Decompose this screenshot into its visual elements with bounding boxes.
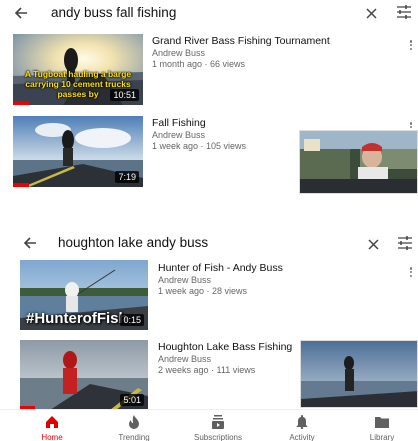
video-channel[interactable]: Andrew Buss bbox=[152, 48, 205, 59]
search-query[interactable]: houghton lake andy buss bbox=[58, 235, 208, 250]
nav-home[interactable]: Home bbox=[30, 410, 74, 441]
more-options-button[interactable] bbox=[408, 265, 414, 279]
more-options-button[interactable] bbox=[408, 38, 414, 52]
watch-progress-bar bbox=[13, 183, 29, 187]
video-preview-player[interactable] bbox=[299, 130, 418, 194]
video-preview-player[interactable] bbox=[300, 340, 418, 408]
video-stats: 1 month ago · 66 views bbox=[152, 59, 246, 69]
video-title[interactable]: Hunter of Fish - Andy Buss bbox=[158, 262, 283, 274]
thumbnail-overlay-text: #HunterofFish bbox=[26, 310, 128, 327]
video-thumbnail[interactable]: A Tugboat hauling a barge carrying 10 ce… bbox=[13, 34, 143, 105]
home-icon bbox=[44, 414, 60, 430]
video-duration: 0:15 bbox=[120, 314, 144, 326]
preview-image bbox=[301, 341, 417, 407]
nav-label: Home bbox=[41, 433, 63, 441]
close-icon bbox=[365, 7, 377, 19]
dot bbox=[409, 43, 413, 47]
close-icon bbox=[367, 238, 379, 250]
video-title[interactable]: Fall Fishing bbox=[152, 117, 206, 129]
search-filter-button[interactable] bbox=[396, 5, 414, 21]
video-thumbnail[interactable]: 7:19 bbox=[13, 116, 143, 187]
nav-label: Subscriptions bbox=[193, 433, 243, 441]
video-channel[interactable]: Andrew Buss bbox=[152, 130, 205, 141]
video-stats: 1 week ago · 28 views bbox=[158, 286, 248, 296]
video-channel[interactable]: Andrew Buss bbox=[158, 275, 211, 286]
nav-subscriptions[interactable]: Subscriptions bbox=[188, 410, 248, 441]
dot bbox=[409, 125, 413, 129]
nav-label: Library bbox=[369, 433, 395, 441]
search-bar-top: andy buss fall fishing bbox=[0, 0, 418, 30]
video-title[interactable]: Houghton Lake Bass Fishing bbox=[158, 341, 292, 353]
filter-icon bbox=[398, 236, 412, 250]
nav-label: Activity bbox=[289, 433, 315, 441]
flame-icon bbox=[126, 414, 142, 430]
nav-label: Trending bbox=[118, 433, 150, 441]
bell-icon bbox=[294, 414, 310, 430]
preview-image bbox=[300, 131, 417, 193]
search-filter-button[interactable] bbox=[397, 236, 415, 252]
bottom-navigation: Home Trending Subscriptions Activity Lib… bbox=[0, 409, 418, 441]
nav-trending[interactable]: Trending bbox=[112, 410, 156, 441]
video-duration: 10:51 bbox=[110, 89, 139, 101]
video-thumbnail[interactable]: #HunterofFish 0:15 bbox=[20, 260, 148, 330]
clear-search-button[interactable] bbox=[365, 236, 381, 252]
video-thumbnail[interactable]: 5:01 bbox=[20, 340, 148, 410]
arrow-left-icon bbox=[23, 237, 36, 249]
dot bbox=[409, 122, 413, 125]
video-stats: 1 week ago · 105 views bbox=[152, 141, 247, 151]
subscriptions-icon bbox=[210, 414, 226, 430]
folder-icon bbox=[374, 414, 390, 430]
back-button[interactable] bbox=[11, 3, 31, 23]
dot bbox=[409, 270, 413, 274]
search-bar-bottom: houghton lake andy buss bbox=[0, 228, 418, 258]
arrow-left-icon bbox=[14, 7, 27, 19]
video-stats: 2 weeks ago · 111 views bbox=[158, 365, 256, 375]
video-duration: 5:01 bbox=[120, 394, 144, 406]
dot bbox=[409, 274, 413, 277]
dot bbox=[409, 47, 413, 50]
search-query[interactable]: andy buss fall fishing bbox=[51, 5, 176, 20]
dot bbox=[409, 267, 413, 270]
clear-search-button[interactable] bbox=[363, 5, 379, 21]
nav-activity[interactable]: Activity bbox=[280, 410, 324, 441]
dot bbox=[409, 40, 413, 43]
video-duration: 7:19 bbox=[115, 171, 139, 183]
filter-icon bbox=[397, 5, 411, 19]
back-button[interactable] bbox=[20, 233, 40, 253]
nav-library[interactable]: Library bbox=[360, 410, 404, 441]
video-title[interactable]: Grand River Bass Fishing Tournament bbox=[152, 35, 330, 47]
watch-progress-bar bbox=[13, 101, 29, 105]
video-channel[interactable]: Andrew Buss bbox=[158, 354, 211, 365]
